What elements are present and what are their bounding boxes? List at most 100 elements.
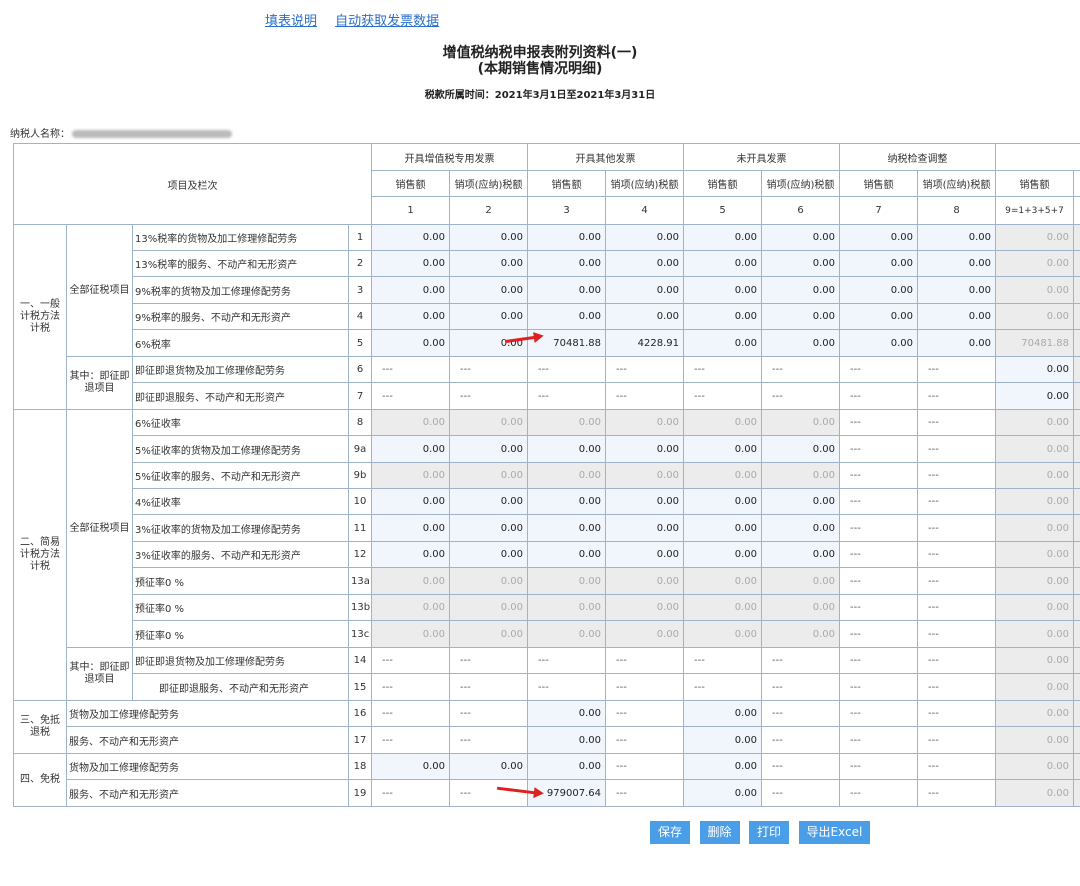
value-cell[interactable]: 0.00	[839, 224, 918, 251]
value-cell[interactable]: 0.00	[527, 224, 606, 251]
value-cell[interactable]: 0.00	[683, 779, 762, 807]
value-cell[interactable]: 0.00	[683, 276, 762, 304]
value-cell[interactable]: 0.00	[605, 303, 684, 330]
value-cell[interactable]: 0.00	[683, 224, 762, 251]
value-cell[interactable]: 4228.91	[605, 329, 684, 357]
value-cell[interactable]: 0.00	[917, 250, 996, 277]
value-cell[interactable]: 0.00	[371, 303, 450, 330]
value-cell[interactable]: 0.00	[449, 488, 528, 515]
value-cell: ---	[449, 726, 528, 754]
value-cell[interactable]: 0.00	[371, 250, 450, 277]
value-cell	[1073, 726, 1080, 754]
fill-guide-link[interactable]: 填表说明	[265, 14, 317, 29]
value-cell[interactable]: 0.00	[449, 303, 528, 330]
table-row: 5%征收率的货物及加工修理修配劳务 9a 0.00 0.00 0.00 0.00 0.00 0…	[14, 435, 1080, 463]
value-cell[interactable]: 0.00	[917, 329, 996, 357]
value-cell[interactable]: 0.00	[527, 303, 606, 330]
value-cell[interactable]: 0.00	[761, 514, 840, 542]
value-cell[interactable]: 0.00	[449, 435, 528, 463]
row-label: 货物及加工修理修配劳务	[66, 700, 349, 727]
value-cell[interactable]: 0.00	[839, 276, 918, 304]
value-cell[interactable]: 0.00	[683, 514, 762, 542]
value-cell[interactable]: 0.00	[761, 435, 840, 463]
value-cell[interactable]: 0.00	[839, 250, 918, 277]
value-cell[interactable]: 0.00	[371, 541, 450, 568]
group-header	[995, 143, 1080, 171]
value-cell[interactable]: 0.00	[527, 276, 606, 304]
value-cell[interactable]: 0.00	[605, 276, 684, 304]
value-cell: ---	[917, 620, 996, 648]
value-cell[interactable]: 0.00	[761, 250, 840, 277]
value-cell[interactable]: 0.00	[371, 435, 450, 463]
value-cell[interactable]: 0.00	[527, 726, 606, 754]
value-cell[interactable]: 0.00	[371, 753, 450, 780]
value-cell[interactable]: 0.00	[527, 435, 606, 463]
value-cell[interactable]: 0.00	[761, 276, 840, 304]
value-cell: 0.00	[995, 514, 1074, 542]
value-cell[interactable]: 0.00	[917, 224, 996, 251]
value-cell[interactable]: 0.00	[683, 303, 762, 330]
value-cell[interactable]: 0.00	[761, 488, 840, 515]
print-button[interactable]: 打印	[749, 821, 790, 844]
value-cell	[1073, 224, 1080, 251]
value-cell[interactable]: 0.00	[683, 488, 762, 515]
value-cell[interactable]: 0.00	[605, 224, 684, 251]
value-cell[interactable]: 0.00	[839, 329, 918, 357]
value-cell: 0.00	[995, 700, 1074, 727]
value-cell[interactable]: 0.00	[527, 753, 606, 780]
value-cell[interactable]: 0.00	[605, 514, 684, 542]
delete-button[interactable]: 删除	[699, 821, 740, 844]
value-cell[interactable]: 0.00	[449, 514, 528, 542]
value-cell[interactable]: 0.00	[917, 303, 996, 330]
value-cell[interactable]: 0.00	[527, 541, 606, 568]
save-button[interactable]: 保存	[650, 821, 691, 844]
value-cell[interactable]: 0.00	[527, 514, 606, 542]
value-cell	[1073, 488, 1080, 515]
value-cell[interactable]: 0.00	[683, 726, 762, 754]
value-cell	[1073, 329, 1080, 357]
value-cell: ---	[839, 594, 918, 621]
value-cell[interactable]: 0.00	[761, 329, 840, 357]
value-cell[interactable]: 0.00	[683, 435, 762, 463]
value-cell[interactable]: 0.00	[449, 250, 528, 277]
value-cell[interactable]: 0.00	[683, 250, 762, 277]
value-cell[interactable]: 0.00	[371, 329, 450, 357]
value-cell[interactable]: 0.00	[527, 700, 606, 727]
value-cell[interactable]: 0.00	[449, 224, 528, 251]
value-cell[interactable]: 0.00	[527, 488, 606, 515]
value-cell[interactable]: 0.00	[683, 541, 762, 568]
value-cell[interactable]: 0.00	[605, 435, 684, 463]
value-cell[interactable]: 0.00	[527, 250, 606, 277]
value-cell[interactable]: 0.00	[761, 541, 840, 568]
value-cell[interactable]: 0.00	[683, 329, 762, 357]
value-cell	[1073, 647, 1080, 674]
table-row: 4%征收率 10 0.00 0.00 0.00 0.00 0.00 0.00 --- --- 0.0…	[14, 488, 1080, 515]
value-cell[interactable]: 0.00	[839, 303, 918, 330]
value-cell[interactable]: 0.00	[371, 514, 450, 542]
value-cell[interactable]: 0.00	[761, 224, 840, 251]
value-cell[interactable]: 0.00	[761, 303, 840, 330]
value-cell[interactable]: 0.00	[605, 541, 684, 568]
value-cell: 0.00	[371, 620, 450, 648]
value-cell[interactable]: 0.00	[449, 753, 528, 780]
value-cell: ---	[605, 673, 684, 701]
value-cell[interactable]: 0.00	[605, 488, 684, 515]
value-cell[interactable]: 0.00	[371, 276, 450, 304]
auto-fetch-invoice-link[interactable]: 自动获取发票数据	[335, 14, 439, 29]
value-cell[interactable]: 0.00	[371, 488, 450, 515]
value-cell: 0.00	[527, 594, 606, 621]
value-cell[interactable]: 0.00	[449, 541, 528, 568]
value-cell[interactable]: 0.00	[917, 276, 996, 304]
value-cell	[1073, 435, 1080, 463]
row-label: 13%税率的服务、不动产和无形资产	[132, 250, 349, 277]
value-cell: 0.00	[371, 409, 450, 436]
value-cell[interactable]: 0.00	[995, 382, 1074, 410]
value-cell[interactable]: 0.00	[371, 224, 450, 251]
value-cell[interactable]: 0.00	[683, 700, 762, 727]
export-excel-button[interactable]: 导出Excel	[798, 821, 871, 844]
value-cell[interactable]: 0.00	[449, 329, 528, 357]
value-cell[interactable]: 0.00	[995, 356, 1074, 383]
value-cell[interactable]: 0.00	[605, 250, 684, 277]
value-cell[interactable]: 0.00	[683, 753, 762, 780]
value-cell[interactable]: 0.00	[449, 276, 528, 304]
